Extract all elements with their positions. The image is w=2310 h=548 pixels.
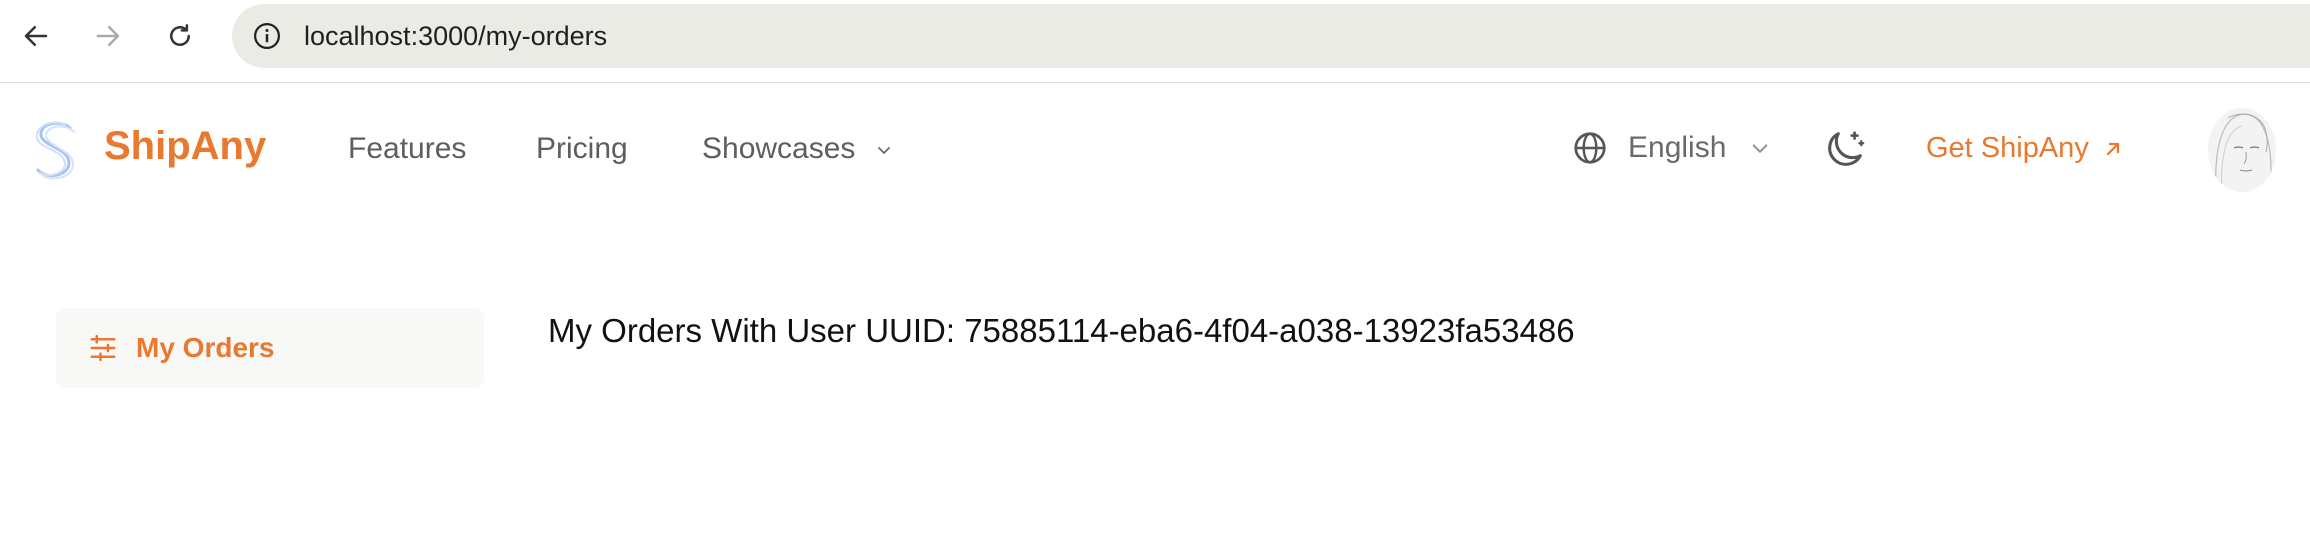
nav-showcases-label: Showcases [702,132,856,165]
back-button[interactable] [14,14,58,58]
browser-toolbar: localhost:3000/my-orders [0,0,2310,83]
arrow-up-right-icon [2106,142,2119,155]
chevron-down-icon [1753,144,1768,153]
chevron-down-icon [877,147,890,154]
globe-icon [1574,132,1606,164]
sidebar-item-my-orders[interactable]: My Orders [56,308,484,388]
reload-button[interactable] [158,14,202,58]
forward-button[interactable] [86,14,130,58]
site-info-icon[interactable] [250,19,284,53]
url-text: localhost:3000/my-orders [304,20,608,51]
page-title: My Orders With User UUID: 75885114-eba6-… [548,312,1575,349]
language-switcher[interactable]: English [1572,128,1770,168]
reload-icon [170,24,190,46]
address-bar[interactable]: localhost:3000/my-orders [232,4,2310,68]
moon-icon[interactable] [1822,126,1868,172]
sidebar-item-label: My Orders [136,332,275,363]
site-header: ShipAny Features Pricing Showcases Engli… [0,84,2310,214]
nav-pricing[interactable]: Pricing [536,132,628,166]
brand-name[interactable]: ShipAny [104,124,266,169]
shipany-logo-icon[interactable] [32,118,78,182]
arrow-left-icon [24,26,48,46]
get-shipany-button[interactable]: Get ShipAny [1926,132,2123,165]
arrow-right-icon [96,26,120,46]
nav-features[interactable]: Features [348,132,466,166]
avatar[interactable] [2208,108,2276,192]
language-label: English [1628,131,1727,164]
get-shipany-label: Get ShipAny [1926,132,2089,164]
nav-showcases[interactable]: Showcases [702,132,892,166]
menu-lines-icon [90,334,116,362]
